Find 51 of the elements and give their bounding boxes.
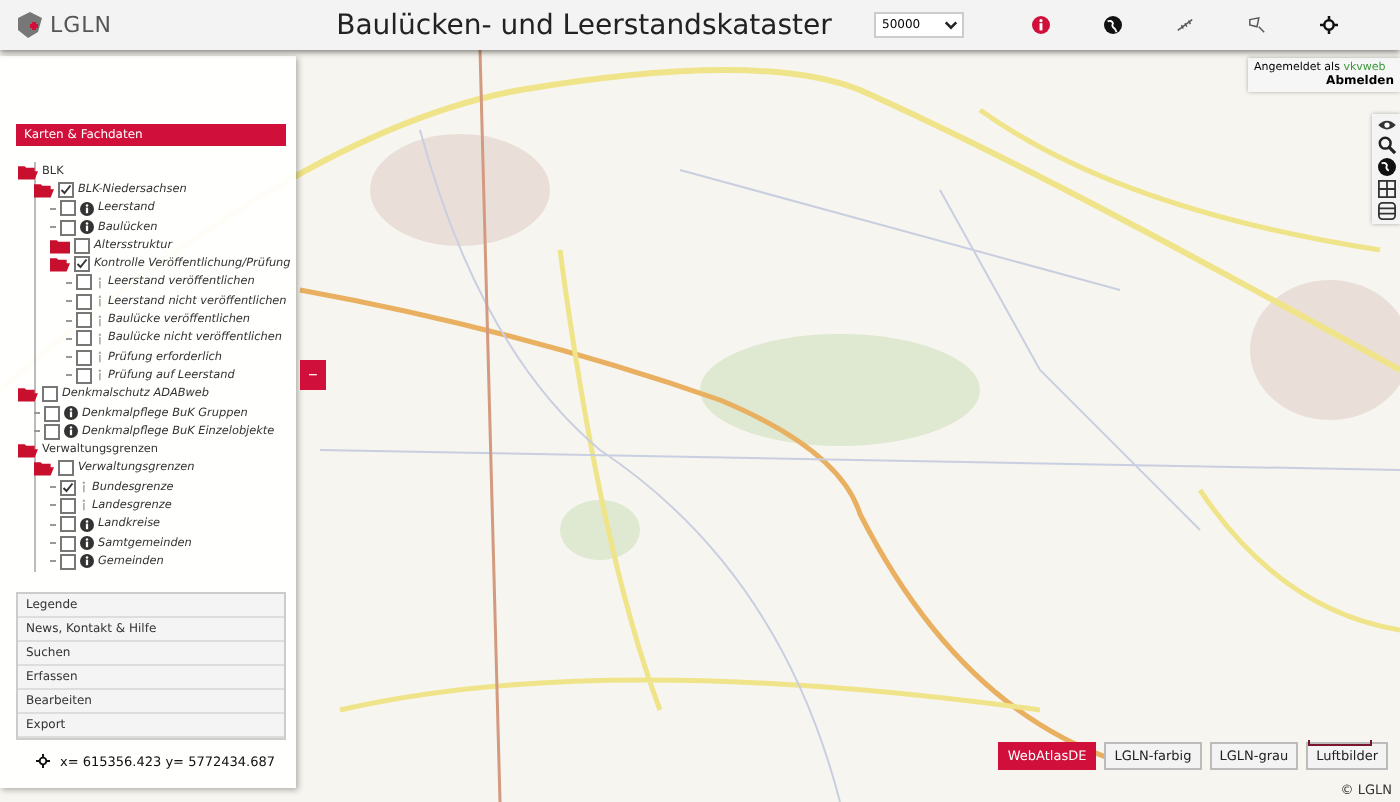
checkbox[interactable] [60, 497, 76, 514]
measure-area-icon[interactable] [1248, 16, 1266, 34]
checkbox[interactable] [60, 219, 76, 236]
checkbox[interactable] [76, 367, 92, 384]
open-folder-icon[interactable] [18, 442, 38, 459]
info-icon[interactable] [80, 220, 94, 235]
checkbox[interactable] [76, 274, 92, 291]
info-icon[interactable] [80, 201, 94, 216]
locate-icon[interactable] [1320, 16, 1338, 34]
collapse-panel-button[interactable]: − [300, 360, 326, 390]
info-icon[interactable] [64, 424, 78, 439]
checkbox[interactable] [74, 256, 90, 273]
zoom-icon[interactable] [1377, 136, 1395, 154]
checkbox[interactable] [60, 535, 76, 552]
info-icon[interactable] [80, 554, 94, 569]
measure-line-icon[interactable] [1176, 16, 1194, 34]
open-folder-icon[interactable] [34, 181, 54, 198]
grid-icon[interactable] [1377, 180, 1395, 198]
checkbox[interactable] [58, 460, 74, 477]
globe-icon[interactable] [1377, 158, 1395, 176]
layers-icon[interactable] [1377, 202, 1395, 220]
logo-icon [14, 11, 46, 39]
checkbox[interactable] [58, 181, 74, 198]
globe-icon[interactable] [1104, 16, 1122, 34]
info-icon[interactable] [80, 517, 94, 532]
eye-icon[interactable] [1377, 118, 1395, 132]
open-folder-icon[interactable] [18, 386, 38, 403]
open-folder-icon[interactable] [34, 460, 54, 477]
checkbox[interactable] [76, 349, 92, 366]
info-icon[interactable] [64, 406, 78, 420]
checkbox[interactable] [42, 386, 58, 403]
app-title: Baulücken- und Leerstandskataster [334, 9, 834, 41]
checkbox[interactable] [76, 312, 92, 329]
chevron-icon [944, 20, 958, 30]
folder-icon[interactable] [50, 237, 70, 254]
checkbox[interactable] [60, 553, 76, 570]
crosshair-icon [36, 754, 50, 769]
checkbox[interactable] [60, 516, 76, 533]
checkbox[interactable] [76, 293, 92, 310]
checkbox[interactable] [44, 423, 60, 440]
checkbox[interactable] [44, 405, 60, 421]
info-icon[interactable] [80, 536, 94, 551]
checkbox[interactable] [60, 479, 76, 496]
open-folder-icon[interactable] [50, 256, 70, 273]
logo-text: LGLN [50, 12, 113, 38]
scale-bar [1308, 740, 1372, 746]
checkbox[interactable] [74, 237, 90, 254]
checkbox[interactable] [60, 200, 76, 217]
checkbox[interactable] [76, 330, 92, 347]
open-folder-icon[interactable] [18, 163, 38, 180]
info-icon[interactable] [1032, 16, 1050, 34]
